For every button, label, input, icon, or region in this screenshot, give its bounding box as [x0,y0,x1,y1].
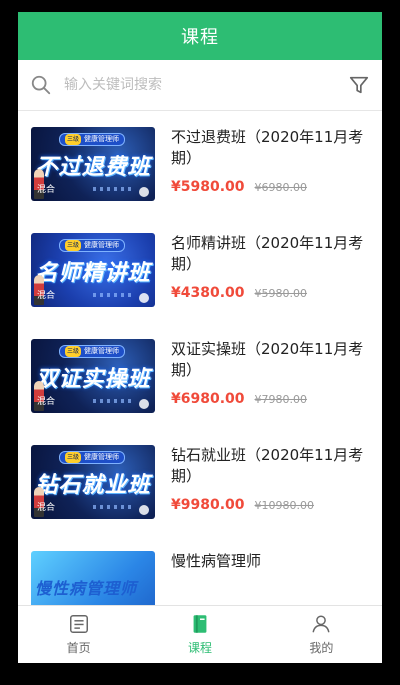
thumb-mix-label: 混合 [37,397,56,407]
course-original-price: ¥10980.00 [254,499,315,512]
thumb-mix-label: 混合 [37,503,56,513]
course-item[interactable]: 三级 健康管理师 钻石就业班 混合 钻石就业班（2020年11月考期） ¥9980… [18,429,382,535]
course-thumbnail: 三级 健康管理师 钻石就业班 混合 [31,445,155,519]
course-title: 慢性病管理师 [171,552,262,570]
thumb-badge-tag: 三级 [65,452,82,463]
tab-home[interactable]: 首页 [18,606,139,663]
thumb-headline: 双证实操班 [35,367,151,392]
thumb-headline: 慢性病管理师 [35,579,138,598]
home-list-icon [68,613,90,639]
thumb-headline: 名师精讲班 [35,261,151,286]
bottom-tab-bar: 首页 课程 我的 [18,605,382,663]
course-thumbnail: 三级 健康管理师 双证实操班 混合 [31,339,155,413]
header-bar: 课程 [18,12,382,60]
tab-label: 我的 [309,641,334,655]
course-title: 双证实操班（2020年11月考期） [171,340,364,379]
search-icon[interactable] [30,74,52,96]
page-title: 课程 [181,27,219,48]
thumb-decoration [93,399,133,403]
thumb-mix-label: 混合 [37,291,56,301]
search-input[interactable] [62,76,348,94]
thumb-badge-label: 健康管理师 [84,241,120,249]
thumb-mix-label: 混合 [37,185,56,195]
course-info: 双证实操班（2020年11月考期） ¥6980.00 ¥7980.00 [171,339,370,407]
thumb-dot [139,505,149,515]
thumb-badge: 三级 健康管理师 [59,451,126,464]
course-item[interactable]: 三级 健康管理师 名师精讲班 混合 名师精讲班（2020年11月考期） ¥4380… [18,217,382,323]
course-thumbnail: 三级 健康管理师 名师精讲班 混合 [31,233,155,307]
thumb-decoration [93,505,133,509]
course-info: 钻石就业班（2020年11月考期） ¥9980.00 ¥10980.00 [171,445,370,513]
book-icon [189,613,211,639]
search-bar [18,60,382,111]
course-price: ¥4380.00 [171,285,245,301]
tab-profile[interactable]: 我的 [261,606,382,663]
thumb-dot [139,293,149,303]
course-original-price: ¥7980.00 [254,393,308,406]
course-prices: ¥6980.00 ¥7980.00 [171,391,370,407]
course-original-price: ¥5980.00 [254,287,308,300]
course-thumbnail: 三级 健康管理师 不过退费班 混合 [31,127,155,201]
course-prices: ¥4380.00 ¥5980.00 [171,285,370,301]
course-title: 名师精讲班（2020年11月考期） [171,234,364,273]
thumb-decoration [93,293,133,297]
thumb-decoration [93,187,133,191]
course-info: 不过退费班（2020年11月考期） ¥5980.00 ¥6980.00 [171,127,370,195]
thumb-dot [139,187,149,197]
thumb-dot [139,399,149,409]
course-prices: ¥9980.00 ¥10980.00 [171,497,370,513]
course-price: ¥6980.00 [171,391,245,407]
thumb-badge-label: 健康管理师 [84,347,120,355]
tab-label: 课程 [187,641,212,655]
tab-courses[interactable]: 课程 [139,606,260,663]
thumb-headline: 不过退费班 [35,155,151,180]
thumb-badge: 三级 健康管理师 [59,239,126,252]
thumb-badge-label: 健康管理师 [84,453,120,461]
course-price: ¥9980.00 [171,497,245,513]
thumb-badge-tag: 三级 [65,346,82,357]
course-price: ¥5980.00 [171,179,245,195]
course-title: 钻石就业班（2020年11月考期） [171,446,364,485]
course-info: 慢性病管理师 [171,551,370,593]
thumb-badge: 三级 健康管理师 [59,133,126,146]
tab-label: 首页 [66,641,91,655]
course-original-price: ¥6980.00 [254,181,308,194]
app-screen: 课程 三级健康管理师 不过退费班 混合 [18,12,382,663]
course-prices: ¥5980.00 ¥6980.00 [171,179,370,195]
user-icon [310,613,332,639]
course-item[interactable]: 三级 健康管理师 不过退费班 混合 不过退费班（2020年11月考期） ¥5980… [18,111,382,217]
thumb-headline: 钻石就业班 [35,473,151,498]
course-info: 名师精讲班（2020年11月考期） ¥4380.00 ¥5980.00 [171,233,370,301]
course-title: 不过退费班（2020年11月考期） [171,128,364,167]
thumb-badge: 三级 健康管理师 [59,345,126,358]
filter-icon[interactable] [348,74,370,96]
thumb-badge-tag: 三级 [65,134,82,145]
course-item[interactable]: 三级 健康管理师 双证实操班 混合 双证实操班（2020年11月考期） ¥6980… [18,323,382,429]
course-list: 三级 健康管理师 不过退费班 混合 不过退费班（2020年11月考期） ¥5980… [18,111,382,641]
thumb-badge-label: 健康管理师 [84,135,120,143]
thumb-badge-tag: 三级 [65,240,82,251]
